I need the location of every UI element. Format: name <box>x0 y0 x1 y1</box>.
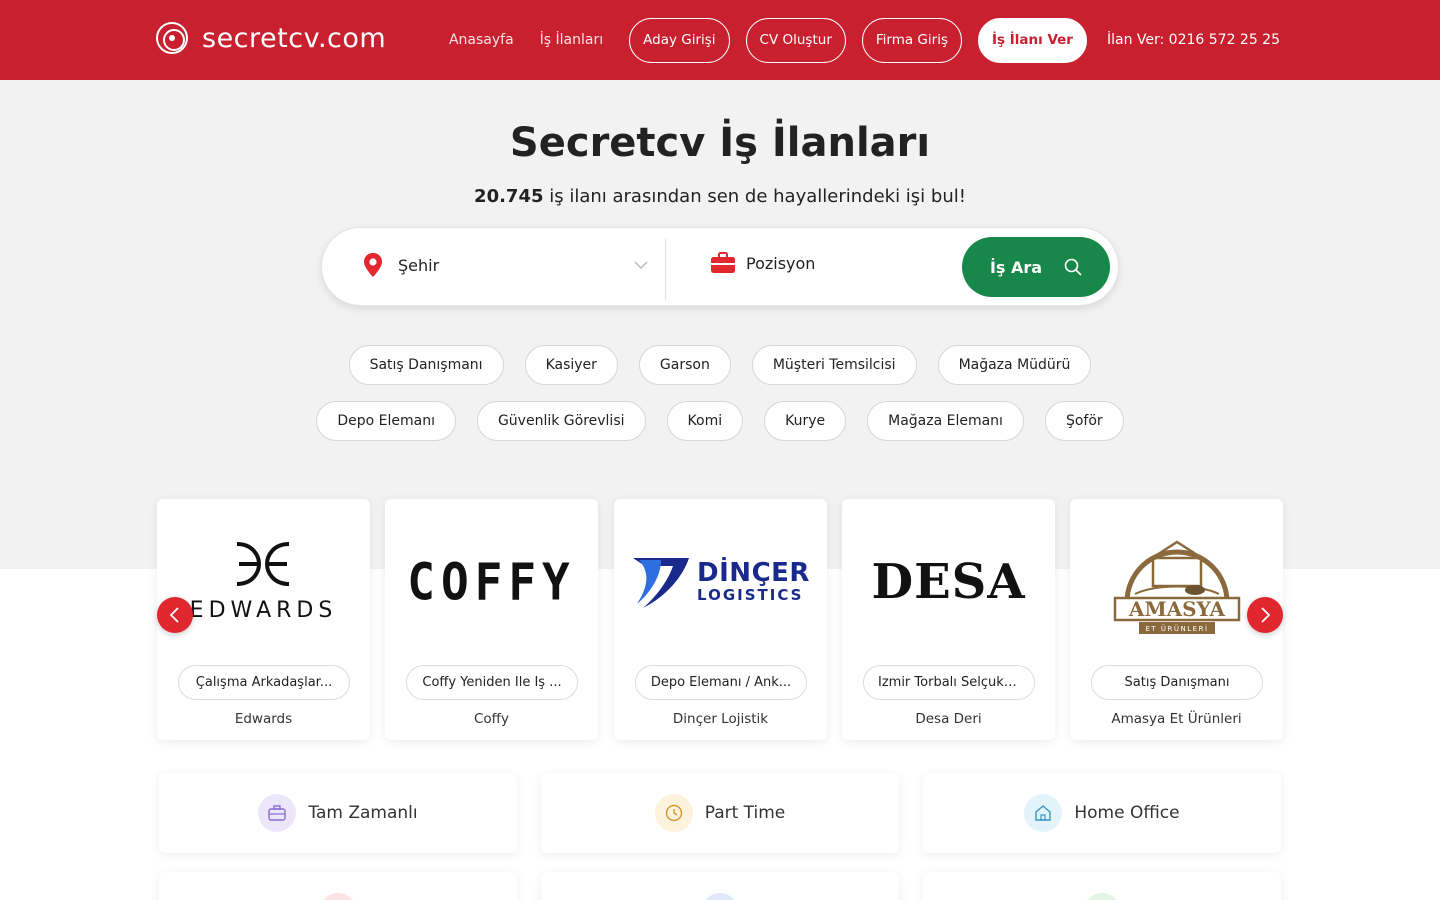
company-logo-amasya: AMASYA ET ÜRÜNLERİ <box>1070 499 1283 664</box>
dincer-swoosh-icon <box>633 557 690 608</box>
company-card-dincer[interactable]: DİNÇER LOGISTICS Depo Elemanı / Ank... D… <box>614 499 827 740</box>
position-chip[interactable]: Mağaza Müdürü <box>937 345 1092 385</box>
amasya-subtitle: ET ÜRÜNLERİ <box>1145 624 1208 633</box>
job-type-card-partial[interactable] <box>923 872 1281 900</box>
edwards-mark-icon <box>237 542 290 586</box>
amasya-badge-icon: AMASYA ET ÜRÜNLERİ <box>1113 540 1240 634</box>
post-job-button[interactable]: İş İlanı Ver <box>977 17 1087 63</box>
site-logo[interactable]: secretcv.com <box>156 22 386 54</box>
company-card-coffy[interactable]: COFFY Coffy Yeniden İle İş ... Coffy <box>385 499 598 740</box>
job-search-bar: Şehir Pozisyon İş Ara <box>321 227 1119 306</box>
company-logo-edwards: EDWARDS <box>157 499 370 664</box>
desa-wordmark: DESA <box>871 553 1026 610</box>
company-name: Amasya Et Ürünleri <box>1111 711 1242 727</box>
clock-icon <box>654 794 693 832</box>
job-type-card-partial[interactable] <box>159 872 517 900</box>
job-type-part-time[interactable]: Part Time <box>541 773 899 853</box>
company-card-desa[interactable]: DESA İzmir Torbalı Selçuk ... Desa Deri <box>842 499 1055 740</box>
logo-target-icon <box>156 22 188 54</box>
search-button-label: İş Ara <box>989 257 1043 277</box>
briefcase-icon <box>711 252 735 273</box>
job-type-card-partial[interactable] <box>541 872 899 900</box>
company-login-button[interactable]: Firma Giriş <box>861 17 962 63</box>
location-pin-icon <box>364 253 382 277</box>
nav-home-link[interactable]: Anasayfa <box>449 32 514 48</box>
position-chip[interactable]: Komi <box>666 401 744 441</box>
position-chip[interactable]: Mağaza Elemanı <box>867 401 1024 441</box>
search-button[interactable]: İş Ara <box>962 237 1110 297</box>
company-name: Edwards <box>234 711 293 727</box>
edwards-wordmark: EDWARDS <box>189 598 338 623</box>
popular-positions-row-2: Depo Elemanı Güvenlik Görevlisi Komi Kur… <box>0 401 1440 441</box>
top-header: secretcv.com Anasayfa İş İlanları Aday G… <box>0 0 1440 80</box>
category-icon <box>701 893 739 900</box>
job-type-label: Part Time <box>704 803 786 823</box>
position-chip[interactable]: Kasiyer <box>524 345 618 385</box>
category-icon <box>319 893 357 900</box>
main-nav: Anasayfa İş İlanları Aday Girişi CV Oluş… <box>449 17 1280 63</box>
dincer-subtitle: LOGISTICS <box>697 586 804 604</box>
position-placeholder: Pozisyon <box>746 253 816 273</box>
company-name: Coffy <box>474 711 509 727</box>
coffy-wordmark: COFFY <box>407 551 576 612</box>
category-icon <box>1083 893 1121 900</box>
hero-section: Secretcv İş İlanları 20.745 iş ilanı ara… <box>0 80 1440 569</box>
chevron-right-icon <box>1261 607 1271 623</box>
page-title: Secretcv İş İlanları <box>509 120 931 166</box>
logo-text: secretcv.com <box>202 22 387 54</box>
position-chip[interactable]: Kurye <box>764 401 847 441</box>
city-placeholder: Şehir <box>398 255 440 275</box>
candidate-login-button[interactable]: Aday Girişi <box>629 17 730 63</box>
home-icon <box>1024 794 1063 832</box>
search-divider <box>665 238 666 300</box>
create-cv-button[interactable]: CV Oluştur <box>745 17 846 63</box>
job-type-home-office[interactable]: Home Office <box>923 773 1281 853</box>
job-title-pill[interactable]: İzmir Torbalı Selçuk ... <box>863 665 1035 700</box>
job-count: 20.745 <box>474 186 544 207</box>
position-chip[interactable]: Güvenlik Görevlisi <box>476 401 646 441</box>
job-title-pill[interactable]: Çalışma Arkadaşlar... <box>178 665 350 700</box>
position-input[interactable]: Pozisyon <box>710 252 815 274</box>
hero-subtitle: 20.745 iş ilanı arasından sen de hayalle… <box>0 186 1440 207</box>
job-title-pill[interactable]: Depo Elemanı / Ank... <box>635 665 807 700</box>
position-chip[interactable]: Garson <box>638 345 731 385</box>
position-chip[interactable]: Depo Elemanı <box>316 401 456 441</box>
position-chip[interactable]: Satış Danışmanı <box>348 345 504 385</box>
city-select[interactable]: Şehir <box>362 252 439 278</box>
company-logo-dincer: DİNÇER LOGISTICS <box>614 499 827 664</box>
job-title-pill[interactable]: Satış Danışmanı <box>1091 665 1263 700</box>
carousel-next-button[interactable] <box>1247 597 1283 633</box>
company-name: Desa Deri <box>915 711 982 727</box>
amasya-wordmark: AMASYA <box>1127 597 1225 621</box>
position-chip[interactable]: Müşteri Temsilcisi <box>751 345 917 385</box>
post-job-phone[interactable]: İlan Ver: 0216 572 25 25 <box>1107 32 1280 48</box>
nav-jobs-link[interactable]: İş İlanları <box>540 32 603 48</box>
company-logo-coffy: COFFY <box>385 499 598 664</box>
chevron-left-icon <box>169 607 179 623</box>
job-type-label: Home Office <box>1074 803 1180 823</box>
chevron-down-icon[interactable] <box>634 260 648 270</box>
company-name: Dinçer Lojistik <box>672 711 769 727</box>
company-logo-desa: DESA <box>842 499 1055 664</box>
search-icon <box>1064 258 1082 276</box>
hero-subtitle-text: iş ilanı arasından sen de hayallerindeki… <box>543 186 966 207</box>
job-title-pill[interactable]: Coffy Yeniden İle İş ... <box>406 665 578 700</box>
briefcase-icon <box>258 794 297 832</box>
job-type-label: Tam Zamanlı <box>308 803 418 823</box>
position-chip[interactable]: Şoför <box>1044 401 1124 441</box>
carousel-prev-button[interactable] <box>157 597 193 633</box>
dincer-wordmark: DİNÇER <box>697 558 810 588</box>
job-type-full-time[interactable]: Tam Zamanlı <box>159 773 517 853</box>
popular-positions-row-1: Satış Danışmanı Kasiyer Garson Müşteri T… <box>0 345 1440 385</box>
